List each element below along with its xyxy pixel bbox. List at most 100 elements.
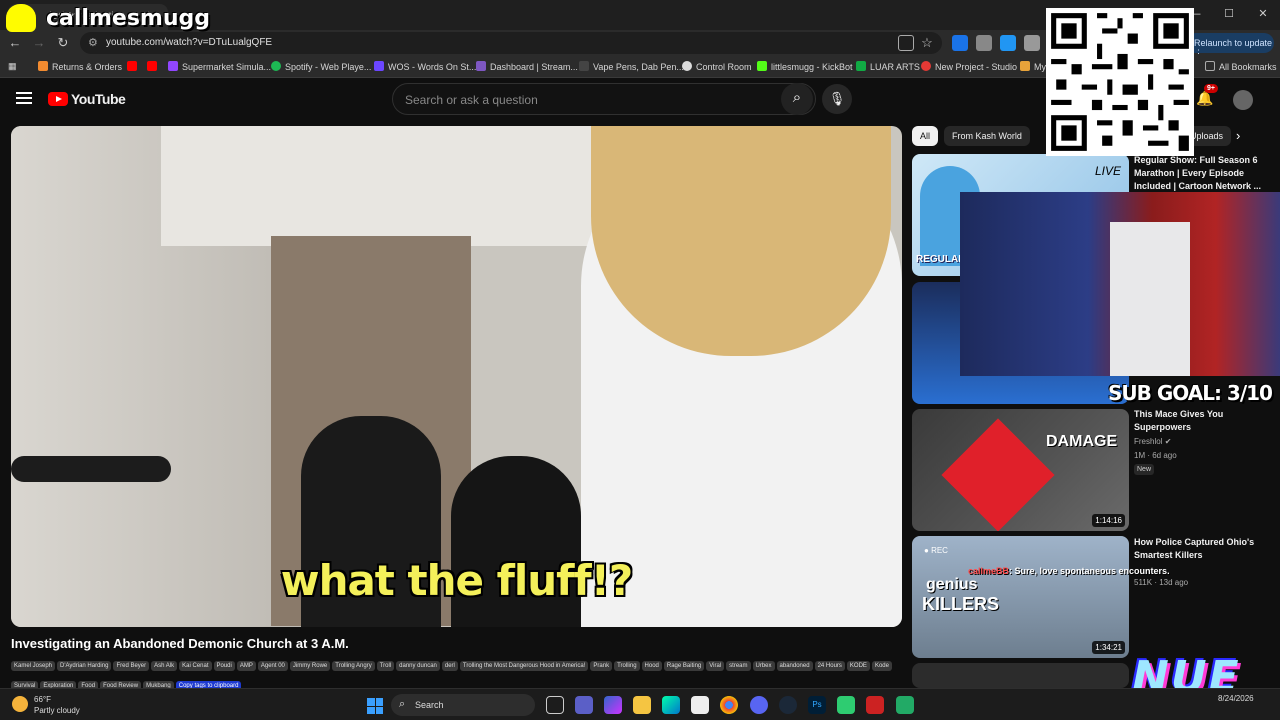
search-input[interactable]: Search or ask a question (392, 83, 816, 115)
weather-widget[interactable]: 66°F Partly cloudy (12, 694, 80, 716)
video-tag[interactable]: Hood (641, 661, 662, 671)
video-tag[interactable]: Fred Beyer (113, 661, 150, 671)
store-icon[interactable] (691, 696, 709, 714)
chat-text: : Sure, love spontaneous encounters. (1009, 566, 1170, 576)
bookmark-item[interactable]: Returns & Orders (38, 61, 122, 72)
bookmark-item[interactable]: New Project - Studio (921, 61, 1017, 72)
bookmark-item[interactable]: Control Room (682, 61, 752, 72)
video-caption: what the fluff!? (280, 556, 633, 605)
recommendation-thumbnail[interactable]: DAMAGE 1:14:16 (912, 409, 1129, 531)
file-explorer-icon[interactable] (633, 696, 651, 714)
edge-icon[interactable] (662, 696, 680, 714)
bookmark-item[interactable]: My (1020, 61, 1046, 72)
app-icon[interactable] (896, 696, 914, 714)
notepad-icon[interactable] (837, 696, 855, 714)
video-tag[interactable]: Trolling Angry (332, 661, 375, 671)
steam-icon[interactable] (779, 696, 797, 714)
menu-icon[interactable] (16, 92, 32, 104)
video-tag[interactable]: Agent 00 (257, 661, 288, 671)
video-tag[interactable]: Jimmy Rowe (289, 661, 331, 671)
windows-start-icon[interactable] (367, 698, 383, 714)
recommendation-channel[interactable]: Freshlol ✔ (1134, 437, 1171, 446)
recommendation-title[interactable]: How Police Captured Ohio's Smartest Kill… (1134, 536, 1274, 562)
bookmark-item[interactable]: littlesmugg - KickBot (757, 61, 853, 72)
notification-count-badge: 9+ (1204, 84, 1218, 93)
video-tag[interactable]: abandoned (776, 661, 813, 671)
back-arrow-icon[interactable]: ← (6, 34, 24, 52)
copilot-icon[interactable] (604, 696, 622, 714)
video-tag[interactable]: Rage Baiting (663, 661, 705, 671)
bookmark-item[interactable] (147, 61, 161, 72)
bookmark-item[interactable]: Vape Pens, Dab Pen... (579, 61, 684, 72)
video-tag[interactable]: derl (441, 661, 458, 671)
youtube-logo[interactable]: YouTube (48, 91, 126, 107)
video-tag[interactable]: Trolling (614, 661, 640, 671)
video-tag[interactable]: Trolling the Most Dangerous Hood in Amer… (459, 661, 589, 671)
maximize-button[interactable]: ☐ (1212, 0, 1246, 30)
all-bookmarks-label: All Bookmarks (1219, 62, 1277, 72)
video-tag[interactable]: Kamel Joseph (11, 661, 56, 671)
snapchat-username: callmesmugg (46, 6, 210, 31)
recommendation-thumbnail[interactable] (912, 663, 1129, 688)
search-icon[interactable]: ⌕ (781, 83, 813, 115)
cast-icon[interactable] (898, 35, 914, 51)
rec-indicator: ● REC (924, 546, 948, 555)
extension-icon[interactable] (952, 35, 968, 51)
reload-icon[interactable]: ↻ (54, 34, 72, 52)
task-view-icon[interactable] (546, 696, 564, 714)
recommendation-thumbnail[interactable]: ● REC genius KILLERS 1:34:21 (912, 536, 1129, 658)
photoshop-icon[interactable]: Ps (808, 696, 826, 714)
thumbnail-text: genius (926, 576, 978, 593)
extension-icon[interactable] (1024, 35, 1040, 51)
recommendation-meta: 511K · 13d ago (1134, 578, 1189, 587)
notifications-bell-icon[interactable]: 🔔 9+ (1196, 84, 1218, 107)
bookmark-item[interactable]: WOS - Words On St... (374, 61, 476, 72)
close-window-button[interactable]: ✕ (1246, 0, 1280, 30)
video-tag[interactable]: KODE (846, 661, 870, 671)
teams-icon[interactable] (575, 696, 593, 714)
chevron-right-icon[interactable]: › (1236, 128, 1240, 143)
bookmark-item[interactable]: Dashboard | Stream... (476, 61, 578, 72)
chat-message: callmeBB: Sure, love spontaneous encount… (968, 566, 1170, 576)
video-tag[interactable]: stream (726, 661, 751, 671)
video-tag[interactable]: danny duncan (396, 661, 440, 671)
avatar[interactable] (1233, 90, 1253, 110)
video-tag[interactable]: Ash Alk (151, 661, 178, 671)
address-bar[interactable]: ⚙ youtube.com/watch?v=DTuLualgQFE (80, 32, 942, 54)
app-icon[interactable] (866, 696, 884, 714)
video-tag[interactable]: Kode (871, 661, 892, 671)
chip-from-kash-world[interactable]: From Kash World (944, 126, 1030, 146)
video-tag[interactable]: Poudi (213, 661, 235, 671)
bookmark-item[interactable]: LUAR ARTS (856, 61, 920, 72)
video-tag[interactable]: D'Aydrian Harding (57, 661, 112, 671)
chrome-icon[interactable] (720, 696, 738, 714)
video-tag[interactable]: Urbex (752, 661, 775, 671)
video-tag[interactable]: Troll (376, 661, 395, 671)
microphone-icon[interactable]: 🎙 (822, 84, 852, 114)
system-clock[interactable]: 8/24/2026 (1218, 693, 1254, 704)
bookmark-item[interactable]: Spotify - Web Playe... (271, 61, 371, 72)
extension-icon[interactable] (1000, 35, 1016, 51)
search-icon: ⌕ (399, 698, 406, 710)
video-tag[interactable]: 24 Hours (814, 661, 845, 671)
extension-icon[interactable] (976, 35, 992, 51)
apps-grid-icon[interactable]: ▦ (8, 61, 17, 72)
bookmark-item[interactable]: Supermarket Simula... (168, 61, 271, 72)
bookmark-item[interactable] (127, 61, 141, 72)
video-tag[interactable]: Viral (706, 661, 725, 671)
site-info-icon[interactable]: ⚙ (88, 36, 98, 49)
chip-all[interactable]: All (912, 126, 939, 146)
video-player[interactable]: what the fluff!? (11, 126, 902, 627)
discord-icon[interactable] (750, 696, 768, 714)
bookmark-star-icon[interactable]: ☆ (918, 34, 936, 52)
relaunch-to-update-button[interactable]: Relaunch to update ⋮ (1186, 33, 1274, 58)
recommendation-title[interactable]: Regular Show: Full Season 6 Marathon | E… (1134, 154, 1274, 193)
video-tag[interactable]: Prank (590, 661, 613, 671)
forward-arrow-icon[interactable]: → (30, 34, 48, 52)
taskbar-search[interactable]: ⌕ Search (391, 694, 535, 716)
video-tag[interactable]: AMP (236, 661, 256, 671)
all-bookmarks-button[interactable]: All Bookmarks (1205, 61, 1277, 72)
recommendation-title[interactable]: This Mace Gives You Superpowers (1134, 408, 1274, 434)
bookmark-label: Returns & Orders (52, 62, 123, 72)
video-tag[interactable]: Kai Cenat (179, 661, 212, 671)
